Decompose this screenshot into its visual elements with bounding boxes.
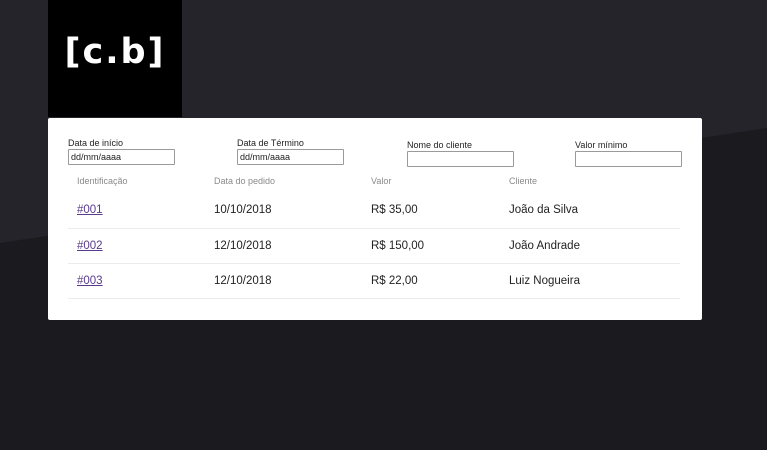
- column-header-date[interactable]: Data do pedido: [205, 170, 362, 192]
- table-row: #001 10/10/2018 R$ 35,00 João da Silva: [68, 192, 680, 229]
- filters-bar: Data de início Data de Término Nome do c…: [68, 138, 682, 168]
- filter-client-name: Nome do cliente: [407, 140, 514, 167]
- start-date-input[interactable]: [68, 149, 175, 165]
- order-link[interactable]: #001: [77, 204, 103, 216]
- client-name-input[interactable]: [407, 151, 514, 167]
- start-date-label: Data de início: [68, 138, 124, 148]
- orders-table: Identificação Data do pedido Valor Clien…: [68, 170, 680, 299]
- order-client-cell: João Andrade: [500, 228, 680, 264]
- filter-end-date: Data de Término: [237, 138, 344, 165]
- order-date-cell: 12/10/2018: [205, 228, 362, 264]
- filter-min-value: Valor mínimo: [575, 140, 682, 167]
- order-value-cell: R$ 22,00: [362, 263, 500, 299]
- order-value-cell: R$ 35,00: [362, 192, 500, 229]
- order-date-cell: 12/10/2018: [205, 263, 362, 299]
- logo[interactable]: [c.b]: [48, 0, 182, 117]
- table-header-row: Identificação Data do pedido Valor Clien…: [68, 170, 680, 192]
- filter-start-date: Data de início: [68, 138, 175, 165]
- order-client-cell: Luiz Nogueira: [500, 263, 680, 299]
- end-date-label: Data de Término: [237, 138, 304, 148]
- order-link[interactable]: #003: [77, 275, 103, 287]
- order-id-cell: #003: [68, 263, 205, 299]
- column-header-client[interactable]: Cliente: [500, 170, 680, 192]
- order-link[interactable]: #002: [77, 240, 103, 252]
- min-value-label: Valor mínimo: [575, 140, 628, 150]
- column-header-value[interactable]: Valor: [362, 170, 500, 192]
- order-client-cell: João da Silva: [500, 192, 680, 229]
- column-header-id[interactable]: Identificação: [68, 170, 205, 192]
- order-value-cell: R$ 150,00: [362, 228, 500, 264]
- client-name-label: Nome do cliente: [407, 140, 473, 150]
- order-id-cell: #002: [68, 228, 205, 264]
- order-id-cell: #001: [68, 192, 205, 229]
- end-date-input[interactable]: [237, 149, 344, 165]
- orders-card: Data de início Data de Término Nome do c…: [48, 118, 702, 320]
- min-value-input[interactable]: [575, 151, 682, 167]
- order-date-cell: 10/10/2018: [205, 192, 362, 229]
- table-row: #002 12/10/2018 R$ 150,00 João Andrade: [68, 228, 680, 264]
- table-row: #003 12/10/2018 R$ 22,00 Luiz Nogueira: [68, 263, 680, 299]
